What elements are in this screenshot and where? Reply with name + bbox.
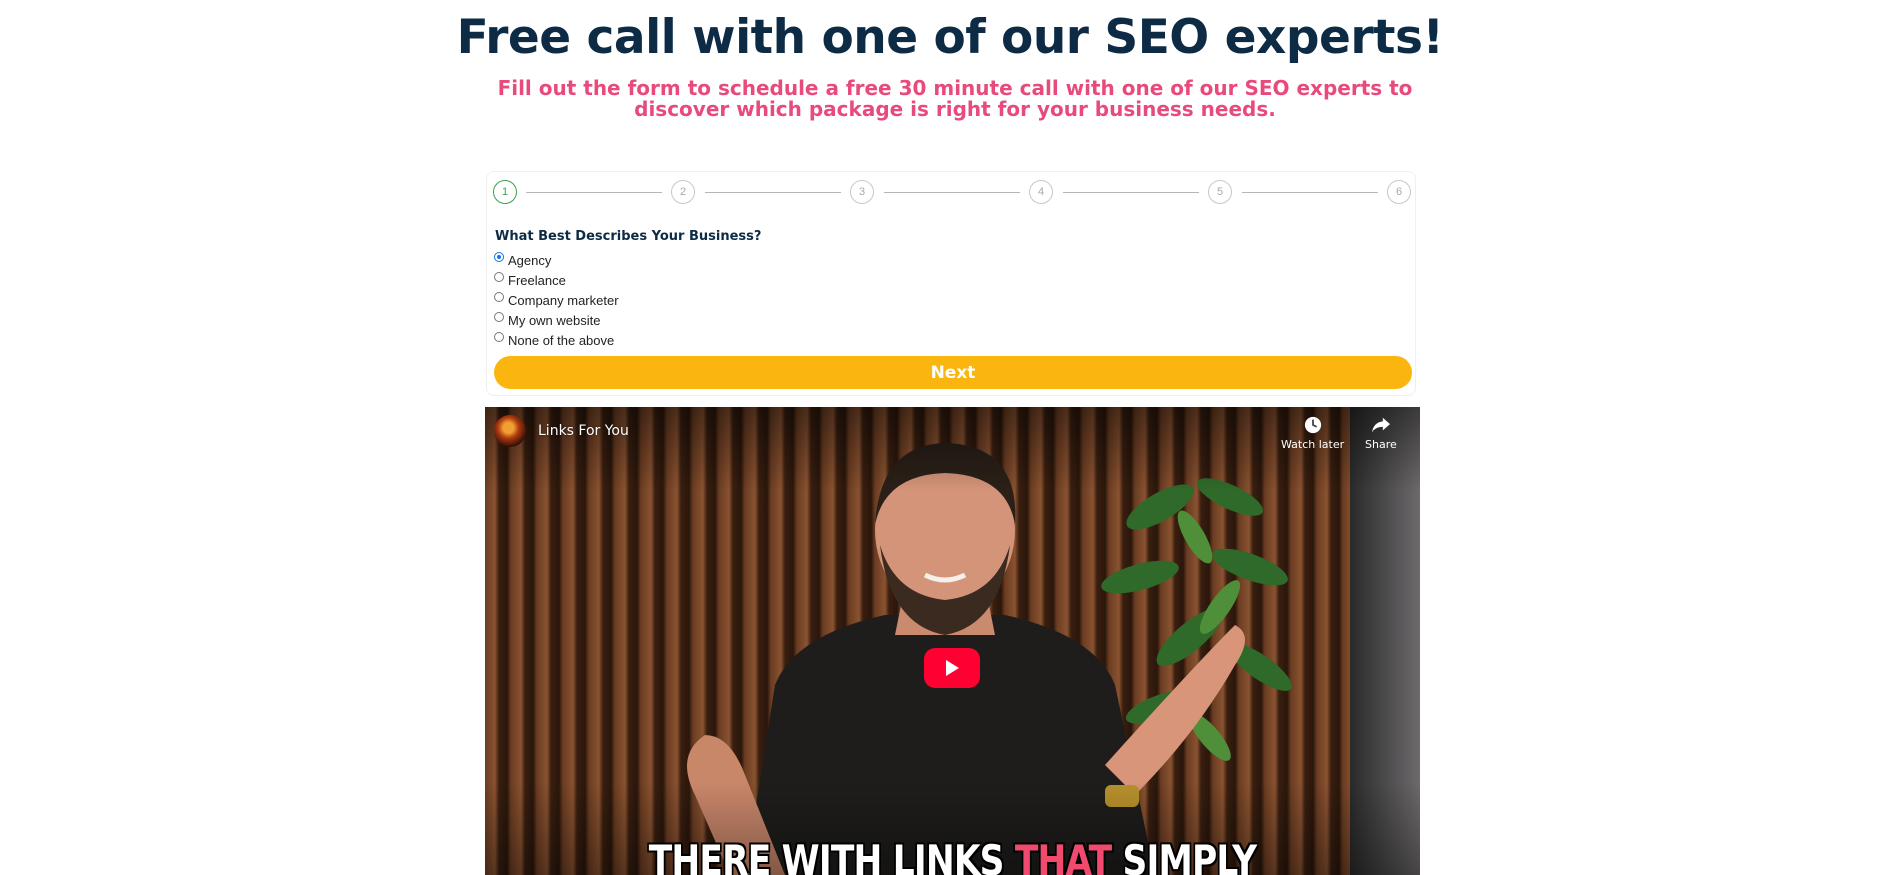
page-title: Free call with one of our SEO experts! [456, 10, 1444, 65]
step-connector [526, 192, 662, 193]
option-my-own-website[interactable]: My own website [494, 310, 619, 330]
step-connector [884, 192, 1020, 193]
watch-later-button[interactable]: Watch later [1281, 416, 1344, 451]
step-2: 2 [671, 180, 695, 204]
step-4: 4 [1029, 180, 1053, 204]
business-type-options: Agency Freelance Company marketer My own… [494, 250, 619, 350]
option-company-marketer[interactable]: Company marketer [494, 290, 619, 310]
option-agency[interactable]: Agency [494, 250, 619, 270]
step-connector [1242, 192, 1378, 193]
step-1: 1 [493, 180, 517, 204]
option-freelance[interactable]: Freelance [494, 270, 619, 290]
option-label: Company marketer [508, 292, 619, 308]
radio-button-selected[interactable] [494, 252, 504, 262]
clock-icon [1304, 416, 1321, 434]
option-label: My own website [508, 312, 601, 328]
channel-name[interactable]: Links For You [538, 423, 629, 439]
radio-button[interactable] [494, 312, 504, 322]
share-button[interactable]: Share [1365, 416, 1397, 451]
share-label: Share [1365, 438, 1397, 451]
caption-text: THERE WITH LINKS [648, 836, 1015, 875]
play-icon [946, 660, 959, 676]
play-button[interactable] [924, 648, 980, 688]
caption-highlight: THAT [1014, 836, 1112, 875]
step-progress: 1 2 3 4 5 6 [493, 180, 1411, 206]
option-label: None of the above [508, 332, 615, 348]
step-connector [1063, 192, 1199, 193]
caption-text: SIMPLY [1111, 836, 1258, 875]
step-3: 3 [850, 180, 874, 204]
radio-button[interactable] [494, 292, 504, 302]
option-label: Freelance [508, 272, 566, 288]
page-subtitle: Fill out the form to schedule a free 30 … [497, 76, 1413, 121]
share-icon [1371, 417, 1390, 433]
video-player[interactable]: Links For You Watch later Share THERE WI… [485, 407, 1420, 875]
channel-avatar[interactable] [494, 415, 526, 447]
next-button[interactable]: Next [494, 356, 1412, 389]
option-label: Agency [508, 252, 552, 268]
video-overlay-gradient [485, 407, 1420, 875]
watch-later-label: Watch later [1281, 438, 1345, 451]
step-connector [705, 192, 841, 193]
radio-button[interactable] [494, 332, 504, 342]
radio-button[interactable] [494, 272, 504, 282]
video-caption: THERE WITH LINKS THAT SIMPLY [569, 836, 1336, 875]
step-6: 6 [1387, 180, 1411, 204]
step-5: 5 [1208, 180, 1232, 204]
question-label: What Best Describes Your Business? [495, 229, 762, 244]
option-none-of-the-above[interactable]: None of the above [494, 330, 619, 350]
channel-info[interactable]: Links For You [494, 415, 629, 447]
